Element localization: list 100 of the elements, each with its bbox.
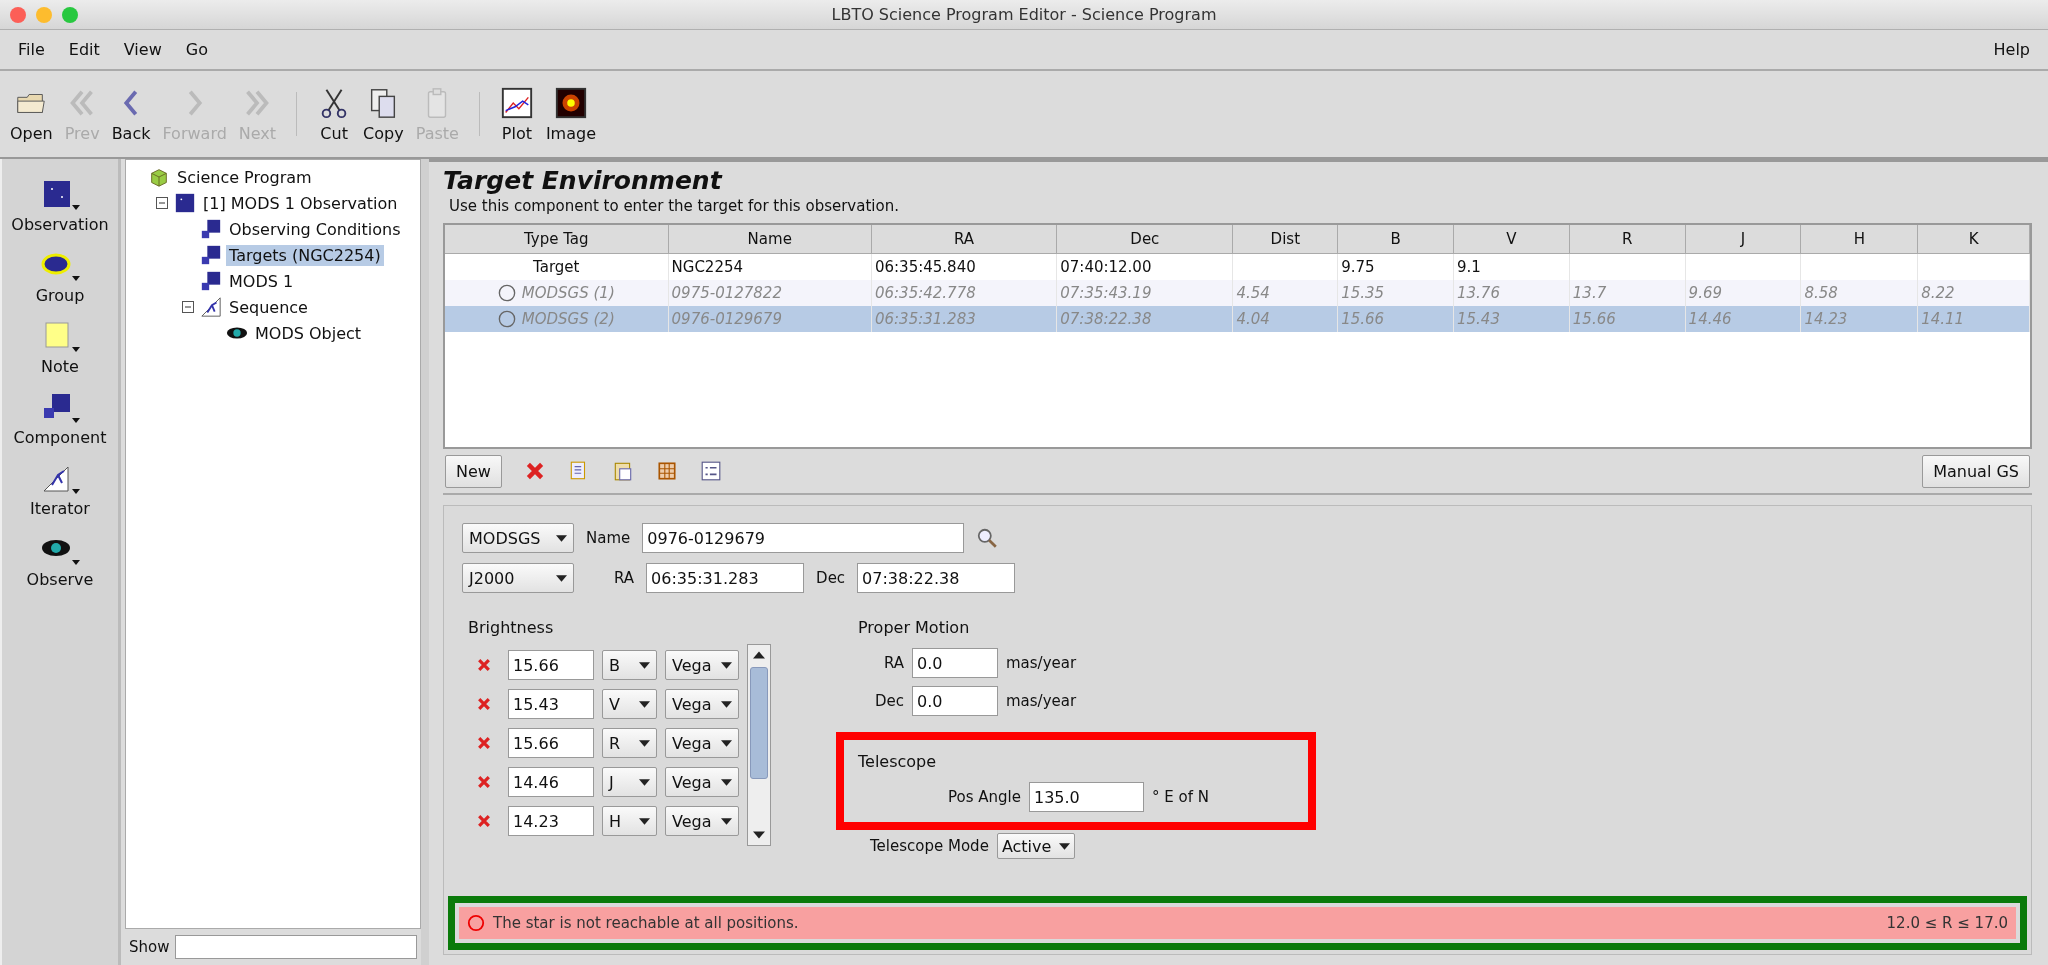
column-header[interactable]: Type Tag [445,225,669,254]
tree-item[interactable]: Sequence [226,296,311,318]
toolbar-button[interactable]: Open [4,85,59,143]
table-cell: 14.46 [1688,310,1732,328]
column-header[interactable]: B [1338,225,1454,254]
proper-motion-field[interactable]: 0.0 [912,648,998,678]
tree-item[interactable]: Targets (NGC2254) [226,244,384,266]
magnitude-system-dropdown[interactable]: Vega [665,650,739,680]
magnitude-field[interactable]: 15.66 [508,650,594,680]
table-cell: NGC2254 [671,258,744,276]
name-field[interactable]: 0976-0129679 [642,523,965,553]
toolbar-button[interactable]: Copy [357,85,410,143]
menu-item[interactable]: View [111,40,174,59]
ra-field[interactable]: 06:35:31.283 [646,563,805,593]
caret-icon [639,700,650,708]
component-icon [200,244,222,266]
table-cell: 06:35:45.840 [874,258,976,276]
tree-item[interactable]: [1] MODS 1 Observation [200,192,401,214]
collapse-toggle[interactable] [182,301,194,313]
column-header[interactable]: R [1569,225,1686,254]
table-cell: MODSGS (2) [521,310,615,328]
telescope-mode-dropdown[interactable]: Active [996,833,1075,859]
circle-icon [467,914,485,932]
image-icon [553,85,588,120]
magnitude-field[interactable]: 15.43 [508,689,594,719]
tree-item[interactable]: MODS Object [252,322,365,344]
menu-item[interactable]: File [6,40,57,59]
caret-icon [639,778,650,786]
menu-item[interactable]: Help [1981,40,2042,59]
column-header[interactable]: K [1918,225,2030,254]
toolbar-button[interactable]: Plot [493,85,540,143]
palette-button[interactable]: Iterator [2,455,118,526]
magnitude-system-dropdown[interactable]: Vega [665,728,739,758]
table-cell: 0975-0127822 [671,284,782,302]
proper-motion-field[interactable]: 0.0 [912,686,998,716]
column-header[interactable]: V [1454,225,1570,254]
column-header[interactable]: Dec [1057,225,1234,254]
type-dropdown[interactable]: MODSGS [462,523,574,553]
collapse-toggle[interactable] [156,197,168,209]
search-icon[interactable] [976,527,999,549]
scroll-up-icon[interactable] [753,651,765,659]
dec-field[interactable]: 07:38:22.38 [857,563,1016,593]
toolbar-button[interactable]: Cut [311,85,358,143]
magnitude-field[interactable]: 14.23 [508,806,594,836]
column-header[interactable]: RA [871,225,1058,254]
menu-item[interactable]: Go [173,40,220,59]
column-header[interactable]: J [1685,225,1802,254]
new-button[interactable]: New [445,454,502,488]
magnitude-field[interactable]: 15.66 [508,728,594,758]
column-header[interactable]: Name [668,225,872,254]
menu-item[interactable]: Edit [56,40,112,59]
magnitude-range: 12.0 ≤ R ≤ 17.0 [1886,914,2008,932]
system-dropdown[interactable]: J2000 [462,563,574,593]
magnitude-field[interactable]: 14.46 [508,767,594,797]
band-dropdown[interactable]: H [602,806,657,836]
caret-icon [1058,842,1070,850]
toolbar-button[interactable]: Image [539,85,602,143]
component-icon [200,218,222,240]
column-header[interactable]: H [1801,225,1919,254]
list-icon[interactable] [699,460,722,482]
table-cell: 14.23 [1804,310,1848,328]
magnitude-system-dropdown[interactable]: Vega [665,767,739,797]
caret-icon [721,661,732,669]
grid-icon[interactable] [655,460,678,482]
pos-angle-field[interactable]: 135.0 [1028,782,1144,812]
pos-angle-label: Pos Angle [948,788,1021,806]
magnitude-system-dropdown[interactable]: Vega [665,689,739,719]
scroll-down-icon[interactable] [753,831,765,839]
zoom-button[interactable] [62,7,78,23]
table-cell: 9.75 [1341,258,1375,276]
palette-button[interactable]: Group [2,242,118,313]
palette-button[interactable]: Observation [2,171,118,242]
toolbar-button[interactable]: Back [105,85,157,143]
band-dropdown[interactable]: B [602,650,657,680]
palette-button[interactable]: Observe [2,526,118,597]
remove-icon[interactable] [476,774,492,790]
table-cell: 07:35:43.19 [1060,284,1152,302]
remove-icon[interactable] [476,735,492,751]
band-dropdown[interactable]: V [602,689,657,719]
scroll-thumb[interactable] [750,667,768,779]
band-dropdown[interactable]: R [602,728,657,758]
remove-icon[interactable] [476,696,492,712]
tree-item[interactable]: MODS 1 [226,270,297,292]
band-dropdown[interactable]: J [602,767,657,797]
scroll-bar[interactable] [747,644,771,846]
column-header[interactable]: Dist [1233,225,1339,254]
show-field[interactable] [175,935,417,959]
tree-item[interactable]: Observing Conditions [226,218,404,240]
close-button[interactable] [10,7,26,23]
caret-icon [639,817,650,825]
table-cell: 9.1 [1457,258,1481,276]
remove-icon[interactable] [476,813,492,829]
manual-gs-button[interactable]: Manual GS [1922,454,2030,488]
tree-item[interactable]: Science Program [174,166,315,188]
magnitude-system-dropdown[interactable]: Vega [665,806,739,836]
remove-icon[interactable] [476,657,492,673]
table-cell: 4.04 [1236,310,1270,328]
palette-button[interactable]: Component [2,384,118,455]
palette-button[interactable]: Note [2,313,118,384]
plot-icon [499,85,534,120]
